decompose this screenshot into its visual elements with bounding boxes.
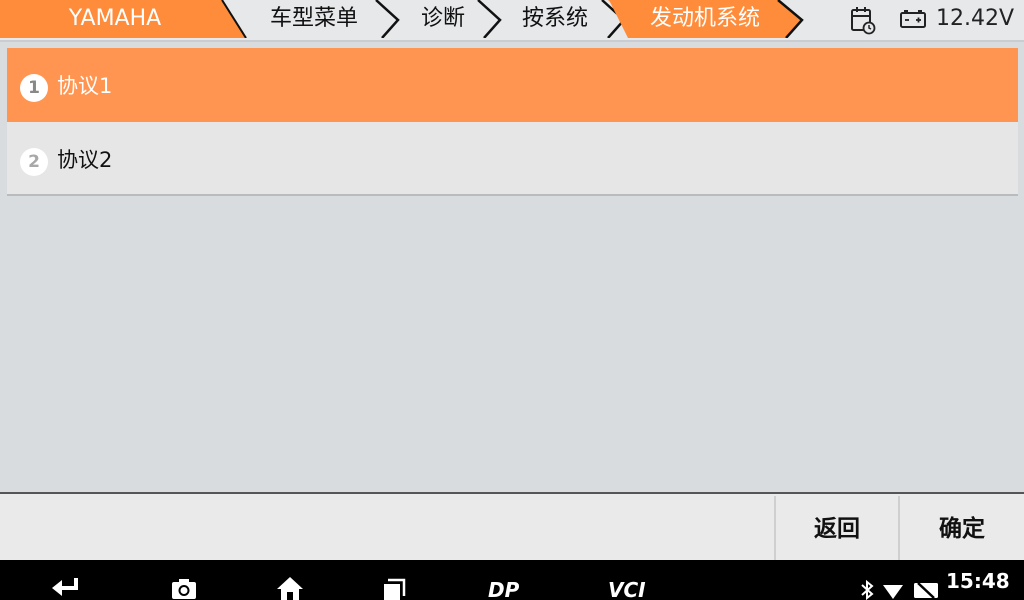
- list-item-protocol-1[interactable]: 1 协议1: [7, 48, 1018, 122]
- breadcrumb-label: 车型菜单: [269, 6, 358, 31]
- battery-icon: [900, 10, 926, 28]
- breadcrumb-item-vehicle-menu[interactable]: 车型菜单: [232, 0, 402, 38]
- breadcrumb: YAMAHA 车型菜单 诊断 按系统 发动机系统 12.42V: [0, 0, 1024, 40]
- item-label: 协议2: [57, 148, 113, 172]
- breadcrumb-item-diagnose[interactable]: 诊断: [386, 0, 504, 38]
- svg-text:VCI: VCI: [608, 578, 646, 600]
- vci-icon[interactable]: VCI: [606, 570, 658, 600]
- breadcrumb-label: YAMAHA: [68, 6, 162, 31]
- camera-icon[interactable]: [170, 569, 198, 600]
- home-icon[interactable]: [276, 568, 304, 600]
- bottom-button-bar: 返回 确定: [0, 492, 1024, 562]
- breadcrumb-item-engine-system[interactable]: 发动机系统: [608, 0, 808, 38]
- svg-text:DP: DP: [488, 578, 520, 600]
- item-number-badge: 2: [20, 148, 48, 176]
- wifi-icon: [883, 585, 903, 599]
- battery-voltage: 12.42V: [936, 6, 1015, 31]
- breadcrumb-label: 发动机系统: [649, 6, 760, 31]
- back-arrow-icon[interactable]: [50, 568, 82, 600]
- content-panel: 1 协议1 2 协议2: [0, 40, 1024, 492]
- protocol-list: 1 协议1 2 协议2: [7, 48, 1018, 196]
- confirm-button[interactable]: 确定: [898, 496, 1024, 562]
- dp-icon[interactable]: DP: [486, 570, 532, 600]
- item-number-badge: 1: [20, 74, 48, 102]
- app-window: YAMAHA 车型菜单 诊断 按系统 发动机系统 12.42V 1 协议1 2 …: [0, 0, 1024, 600]
- breadcrumb-item-yamaha[interactable]: YAMAHA: [0, 0, 250, 38]
- list-item-protocol-2[interactable]: 2 协议2: [7, 122, 1018, 196]
- no-sim-icon: [914, 582, 938, 599]
- calendar-report-icon[interactable]: [849, 5, 877, 35]
- item-label: 协议1: [57, 74, 113, 98]
- breadcrumb-label: 诊断: [420, 6, 465, 31]
- clock: 15:48: [946, 569, 1010, 593]
- system-nav-bar: DP VCI 15:48: [0, 560, 1024, 600]
- breadcrumb-label: 按系统: [521, 6, 588, 31]
- back-button[interactable]: 返回: [774, 496, 898, 562]
- bluetooth-icon: [861, 579, 874, 600]
- recent-apps-icon[interactable]: [381, 569, 407, 600]
